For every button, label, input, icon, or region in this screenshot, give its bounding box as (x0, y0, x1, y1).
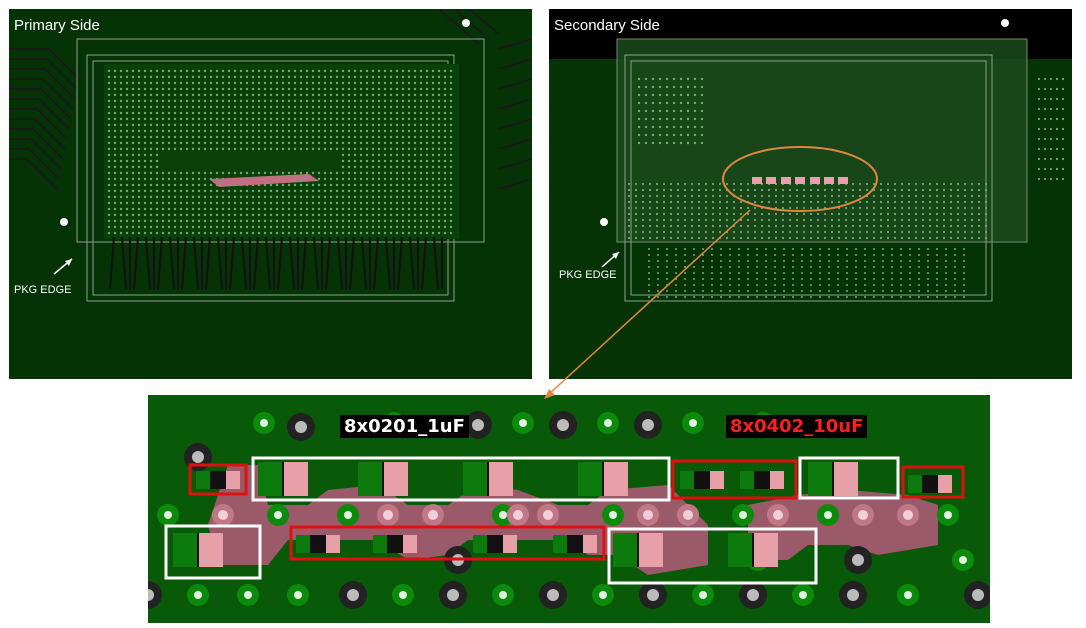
label-0402-caps: 8x0402_10uF (726, 415, 868, 438)
secondary-side-title: Secondary Side (554, 17, 660, 34)
secondary-pkg-edge-label: PKG EDGE (559, 269, 617, 281)
primary-pkg-edge-label: PKG EDGE (14, 284, 72, 296)
secondary-board-drawing (549, 9, 1072, 302)
primary-side-title: Primary Side (14, 17, 100, 34)
primary-side-panel: Primary Side PKG EDGE (9, 9, 532, 379)
primary-board-drawing (9, 9, 532, 302)
secondary-side-panel: Secondary Side PKG EDGE (549, 9, 1072, 379)
label-0201-caps: 8x0201_1uF (340, 415, 469, 438)
zoomed-capacitor-panel: 8x0201_1uF 8x0402_10uF (148, 395, 990, 623)
